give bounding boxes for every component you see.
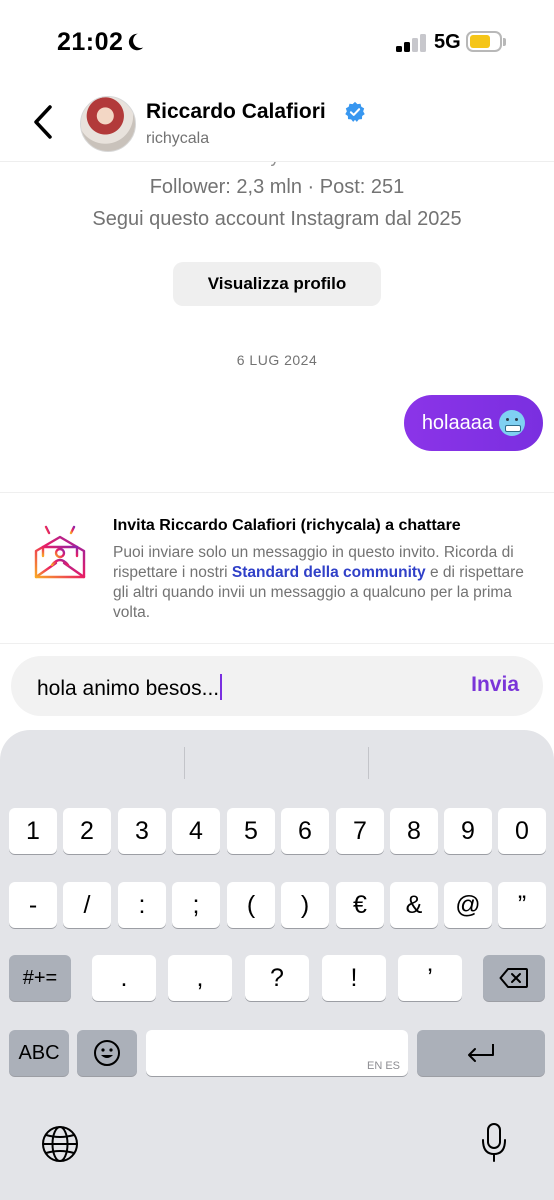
globe-icon[interactable] [40, 1124, 80, 1164]
key-semicolon[interactable]: ; [172, 882, 220, 928]
emoji-icon [94, 1040, 120, 1066]
abc-key[interactable]: ABC [9, 1030, 69, 1076]
delete-key[interactable] [483, 955, 545, 1001]
community-standards-link[interactable]: Standard della community [232, 564, 426, 581]
invite-envelope-icon [34, 523, 86, 579]
send-button[interactable]: Invia [471, 673, 519, 697]
key-0[interactable]: 0 [498, 808, 546, 854]
sent-message-bubble[interactable]: holaaaa [403, 395, 543, 451]
key-comma[interactable]: , [168, 955, 232, 1001]
return-key[interactable] [417, 1030, 545, 1076]
profile-follow-since: Segui questo account Instagram dal 2025 [92, 208, 462, 230]
space-key[interactable]: EN ES [146, 1030, 408, 1076]
message-input-value: hola animo besos... [37, 677, 220, 700]
status-time: 21:02 [57, 28, 124, 56]
microphone-icon[interactable] [480, 1122, 508, 1164]
cold-face-emoji-icon [499, 410, 525, 436]
key-1[interactable]: 1 [9, 808, 57, 854]
date-separator: 6 LUG 2024 [236, 352, 318, 368]
invite-panel: Invita Riccardo Calafiori (richycala) a … [0, 492, 554, 644]
chat-header: Riccardo Calafiori richycala [0, 82, 554, 162]
key-open-paren[interactable]: ( [227, 882, 275, 928]
key-close-paren[interactable]: ) [281, 882, 329, 928]
emoji-key[interactable] [77, 1030, 137, 1076]
battery-icon [466, 31, 506, 52]
text-caret [220, 674, 223, 700]
key-at[interactable]: @ [444, 882, 492, 928]
contact-name[interactable]: Riccardo Calafiori [146, 100, 326, 124]
key-colon[interactable]: : [118, 882, 166, 928]
space-key-languages: EN ES [366, 1060, 400, 1072]
invite-title: Invita Riccardo Calafiori (richycala) a … [113, 517, 461, 534]
invite-description: Puoi inviare solo un messaggio in questo… [113, 543, 533, 623]
key-3[interactable]: 3 [118, 808, 166, 854]
suggestion-divider [368, 747, 369, 779]
key-question[interactable]: ? [245, 955, 309, 1001]
keyboard: 1 2 3 4 5 6 7 8 9 0 - / : ; ( ) € & @ ” … [0, 730, 554, 1200]
key-6[interactable]: 6 [281, 808, 329, 854]
symbols-toggle-key[interactable]: #+= [9, 955, 71, 1001]
status-bar: 21:02 5G [0, 0, 554, 80]
key-5[interactable]: 5 [227, 808, 275, 854]
back-arrow-icon[interactable] [28, 102, 58, 142]
key-2[interactable]: 2 [63, 808, 111, 854]
delete-icon [499, 968, 528, 988]
key-hyphen[interactable]: - [9, 882, 57, 928]
key-euro[interactable]: € [336, 882, 384, 928]
message-composer[interactable]: hola animo besos... Invia [11, 656, 543, 716]
contact-handle: richycala [146, 130, 210, 147]
avatar[interactable] [80, 96, 136, 152]
network-type: 5G [434, 31, 461, 53]
key-exclamation[interactable]: ! [322, 955, 386, 1001]
key-slash[interactable]: / [63, 882, 111, 928]
message-input[interactable]: hola animo besos... [37, 674, 223, 701]
verified-badge-icon [345, 101, 365, 122]
key-7[interactable]: 7 [336, 808, 384, 854]
key-period[interactable]: . [92, 955, 156, 1001]
profile-stats: Follower: 2,3 mln · Post: 251 [149, 176, 405, 198]
key-quote[interactable]: ” [498, 882, 546, 928]
moon-icon [128, 33, 144, 51]
suggestion-divider [184, 747, 185, 779]
key-4[interactable]: 4 [172, 808, 220, 854]
key-9[interactable]: 9 [444, 808, 492, 854]
view-profile-button[interactable]: Visualizza profilo [173, 262, 381, 306]
return-icon [468, 1044, 494, 1062]
key-apostrophe[interactable]: ’ [398, 955, 462, 1001]
key-8[interactable]: 8 [390, 808, 438, 854]
message-text: holaaaa [421, 411, 493, 434]
signal-icon [396, 34, 428, 52]
key-ampersand[interactable]: & [390, 882, 438, 928]
